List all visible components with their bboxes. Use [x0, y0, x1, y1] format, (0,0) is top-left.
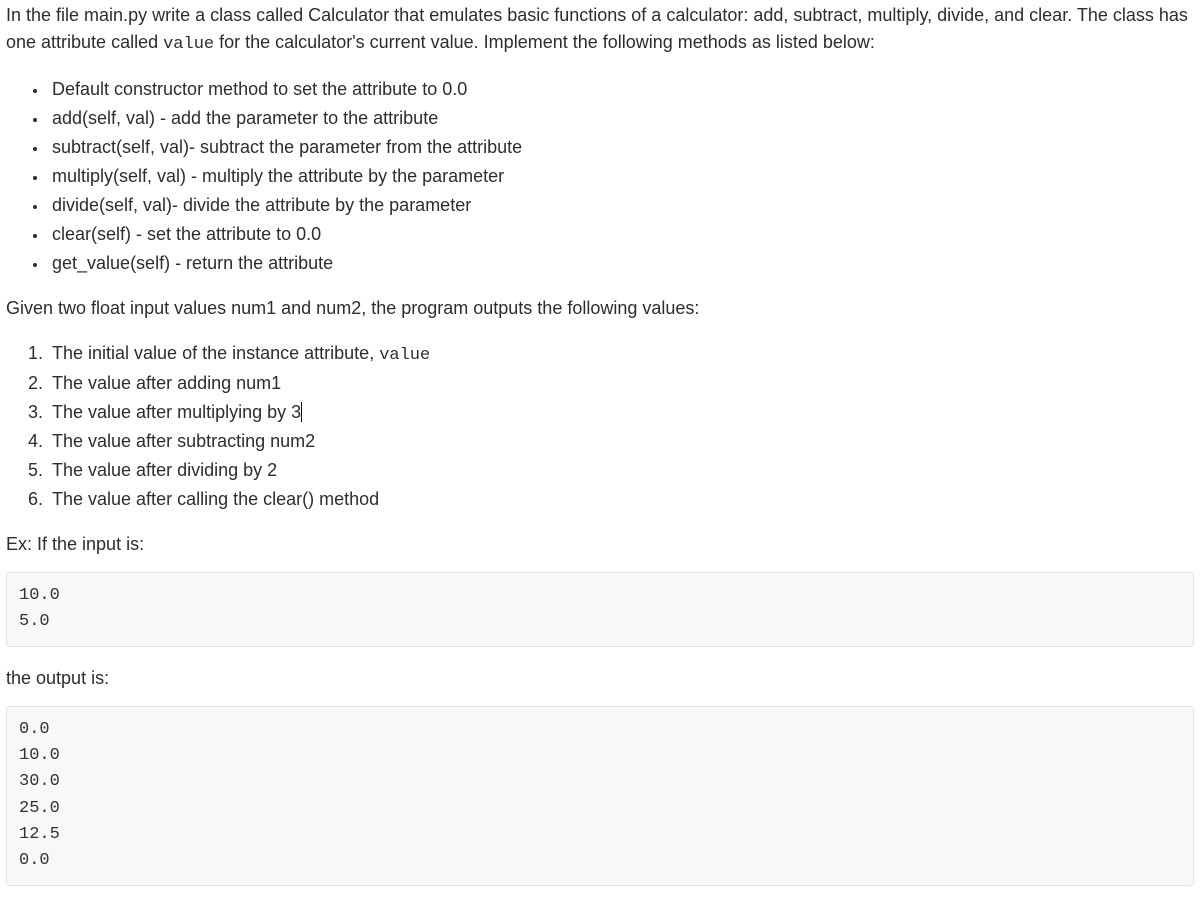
intro-paragraph: In the file main.py write a class called… [6, 2, 1194, 58]
methods-list: Default constructor method to set the at… [6, 76, 1194, 277]
method-item: divide(self, val)- divide the attribute … [48, 192, 1194, 219]
output-code-block: 0.0 10.0 30.0 25.0 12.5 0.0 [6, 706, 1194, 886]
given-paragraph: Given two float input values num1 and nu… [6, 295, 1194, 322]
method-item: add(self, val) - add the parameter to th… [48, 105, 1194, 132]
input-code-block: 10.0 5.0 [6, 572, 1194, 647]
intro-code-attr: value [163, 35, 214, 54]
method-item: clear(self) - set the attribute to 0.0 [48, 221, 1194, 248]
problem-statement: In the file main.py write a class called… [0, 0, 1200, 886]
step-item: The initial value of the instance attrib… [48, 340, 1194, 369]
method-item: multiply(self, val) - multiply the attri… [48, 163, 1194, 190]
step-3-text: The value after multiplying by 3 [52, 402, 301, 422]
step-item: The value after dividing by 2 [48, 457, 1194, 484]
step-item: The value after calling the clear() meth… [48, 486, 1194, 513]
example-output-label: the output is: [6, 665, 1194, 692]
step-item: The value after multiplying by 3 [48, 399, 1194, 426]
intro-suffix: for the calculator's current value. Impl… [214, 32, 875, 52]
step-1-code: value [379, 346, 430, 365]
step-item: The value after adding num1 [48, 370, 1194, 397]
example-input-label: Ex: If the input is: [6, 531, 1194, 558]
steps-list: The initial value of the instance attrib… [6, 340, 1194, 514]
step-item: The value after subtracting num2 [48, 428, 1194, 455]
step-1-prefix: The initial value of the instance attrib… [52, 343, 379, 363]
method-item: subtract(self, val)- subtract the parame… [48, 134, 1194, 161]
method-item: Default constructor method to set the at… [48, 76, 1194, 103]
text-cursor [301, 402, 302, 422]
method-item: get_value(self) - return the attribute [48, 250, 1194, 277]
